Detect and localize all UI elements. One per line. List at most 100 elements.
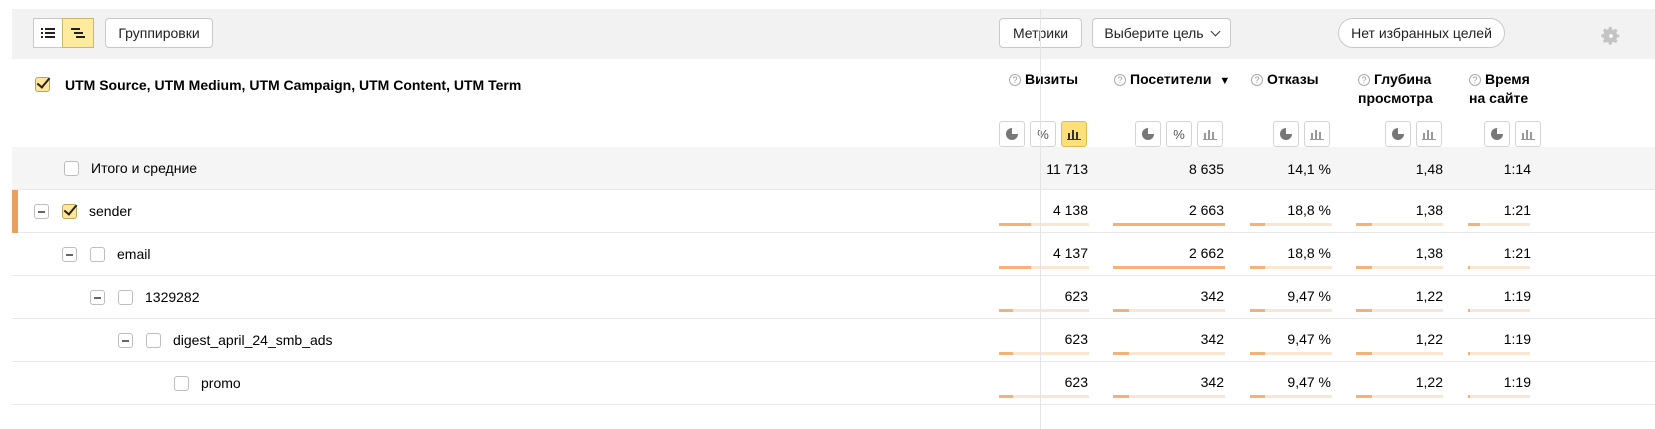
metric-bar-fill (1113, 266, 1225, 269)
help-icon[interactable]: ? (1358, 74, 1370, 86)
gear-icon[interactable] (1600, 25, 1622, 47)
percent-button[interactable]: % (1030, 121, 1056, 147)
list-view-icon (41, 28, 55, 38)
metric-value: 1,38 (1415, 245, 1443, 261)
pie-chart-icon (1392, 128, 1404, 140)
table-row[interactable]: digest_april_24_smb_ads 623 342 9,47 % 1,22 1… (12, 319, 1655, 362)
row-checkbox[interactable] (62, 204, 77, 219)
metric-bar-fill (999, 352, 1013, 355)
col-time[interactable]: ? Время на сайте (1469, 70, 1530, 108)
metric-bar-fill (1468, 309, 1471, 312)
metric-value: 623 (1064, 331, 1088, 347)
collapse-toggle[interactable] (34, 204, 49, 219)
metric-bar (1468, 223, 1530, 226)
metric-value: 4 137 (1052, 245, 1088, 261)
metric-value: 8 635 (1188, 161, 1224, 177)
row-checkbox[interactable] (118, 290, 133, 305)
percent-icon: % (1173, 126, 1185, 142)
metric-value: 18,8 % (1287, 202, 1331, 218)
row-checkbox[interactable] (90, 247, 105, 262)
dimension-title: UTM Source, UTM Medium, UTM Campaign, UT… (65, 77, 522, 93)
metric-bar (1113, 309, 1225, 312)
bar-chart-button[interactable] (1304, 121, 1330, 147)
pie-chart-button[interactable] (1484, 121, 1510, 147)
col-visits[interactable]: ? Визиты (1009, 70, 1078, 89)
metric-value: 1,38 (1415, 202, 1443, 218)
totals-row[interactable]: Итого и средние 11 713 8 635 14,1 % 1,48 1:14 (12, 147, 1655, 190)
sort-desc-icon[interactable]: ▼ (1219, 75, 1230, 87)
groupings-button[interactable]: Группировки (105, 18, 213, 48)
metric-bar (1468, 395, 1530, 398)
metric-bar-fill (1113, 352, 1129, 355)
percent-button[interactable]: % (1166, 121, 1192, 147)
col-visitors-label: Посетители (1130, 71, 1212, 87)
metric-value: 1:21 (1503, 245, 1531, 261)
col-time-label1: Время (1485, 71, 1530, 87)
bar-chart-icon (1067, 130, 1081, 140)
metric-bar-fill (999, 395, 1013, 398)
table-row[interactable]: 1329282 623 342 9,47 % 1,22 1:19 (12, 276, 1655, 319)
metric-bar-fill (999, 309, 1013, 312)
select-all-checkbox[interactable] (35, 77, 50, 92)
pie-chart-button[interactable] (999, 121, 1025, 147)
metric-bar (1113, 223, 1225, 226)
row-label: Итого и средние (91, 160, 198, 176)
pie-chart-icon (1142, 128, 1154, 140)
help-icon[interactable]: ? (1251, 74, 1263, 86)
collapse-toggle[interactable] (90, 290, 105, 305)
metric-value: 1,48 (1415, 161, 1443, 177)
metric-value: 14,1 % (1287, 161, 1331, 177)
bar-chart-button[interactable] (1197, 121, 1223, 147)
metric-bar (999, 266, 1089, 269)
goal-select[interactable]: Выберите цель (1092, 18, 1231, 48)
collapse-toggle[interactable] (118, 333, 133, 348)
row-checkbox[interactable] (146, 333, 161, 348)
row-label: promo (201, 375, 241, 391)
help-icon[interactable]: ? (1009, 74, 1021, 86)
metric-bar-fill (1468, 223, 1481, 226)
pie-chart-button[interactable] (1135, 121, 1161, 147)
pie-chart-button[interactable] (1273, 121, 1299, 147)
metric-value: 9,47 % (1287, 374, 1331, 390)
metric-bar (1356, 223, 1443, 226)
col-bounces[interactable]: ? Отказы (1251, 70, 1319, 89)
metric-bar (999, 395, 1089, 398)
row-checkbox[interactable] (64, 161, 79, 176)
metric-bar-fill (1356, 223, 1372, 226)
metric-value: 9,47 % (1287, 288, 1331, 304)
row-label: 1329282 (145, 289, 200, 305)
table-row[interactable]: sender 4 138 2 663 18,8 % 1,38 1:21 (12, 190, 1655, 233)
col-visitors[interactable]: ? Посетители ▼ (1114, 70, 1230, 91)
tree-view-button[interactable] (62, 18, 94, 48)
pie-chart-icon (1006, 128, 1018, 140)
row-checkbox[interactable] (174, 376, 189, 391)
collapse-toggle[interactable] (62, 247, 77, 262)
list-view-button[interactable] (33, 18, 63, 48)
bar-chart-button[interactable] (1061, 121, 1087, 147)
col-depth-label2: просмотра (1358, 90, 1433, 106)
table-row[interactable]: email 4 137 2 662 18,8 % 1,38 1:21 (12, 233, 1655, 276)
row-label: digest_april_24_smb_ads (173, 332, 333, 348)
metric-value: 1:19 (1503, 331, 1531, 347)
metric-value: 1,22 (1415, 331, 1443, 347)
metric-bar-fill (999, 266, 1031, 269)
pie-chart-button[interactable] (1385, 121, 1411, 147)
metric-bar (999, 223, 1089, 226)
favorite-goals-button[interactable]: Нет избранных целей (1338, 18, 1505, 48)
col-time-label2: на сайте (1469, 90, 1529, 106)
table-row[interactable]: promo 623 342 9,47 % 1,22 1:19 (12, 362, 1655, 405)
metric-value: 4 138 (1052, 202, 1088, 218)
bar-chart-button[interactable] (1515, 121, 1541, 147)
help-icon[interactable]: ? (1114, 74, 1126, 86)
goal-select-label: Выберите цель (1104, 25, 1204, 41)
metric-bar (1250, 395, 1332, 398)
metric-bar (999, 309, 1089, 312)
bar-chart-button[interactable] (1416, 121, 1442, 147)
tree-view-icon (71, 28, 85, 38)
metric-value: 18,8 % (1287, 245, 1331, 261)
pie-chart-icon (1491, 128, 1503, 140)
metric-value: 342 (1200, 288, 1224, 304)
help-icon[interactable]: ? (1469, 74, 1481, 86)
metric-bar (1356, 352, 1443, 355)
col-depth[interactable]: ? Глубина просмотра (1358, 70, 1433, 108)
